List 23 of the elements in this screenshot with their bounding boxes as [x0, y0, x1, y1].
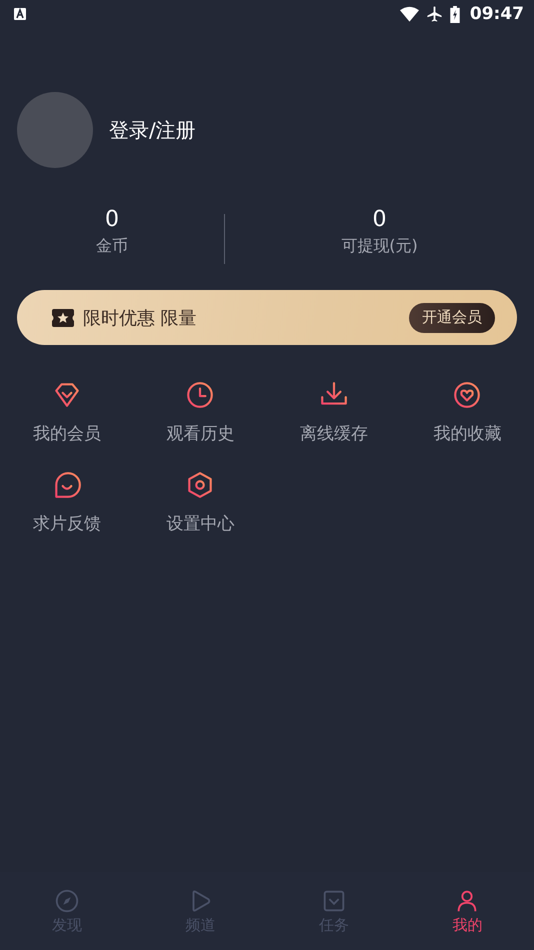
promo-banner[interactable]: 限时优惠 限量 开通会员: [17, 290, 517, 345]
menu-item[interactable]: 我的会员: [0, 380, 134, 445]
menu-item[interactable]: 我的收藏: [400, 380, 534, 445]
menu-item[interactable]: 设置中心: [134, 470, 267, 535]
stat-value: 0: [105, 207, 119, 232]
battery-icon: [450, 6, 460, 22]
menu-item[interactable]: 离线缓存: [267, 380, 400, 445]
login-link[interactable]: 登录/注册: [109, 116, 196, 144]
stat-label: 可提现(元): [341, 236, 418, 257]
stat-value: 0: [372, 207, 386, 232]
nav-tab[interactable]: 我的: [400, 872, 534, 950]
menu-item[interactable]: 求片反馈: [0, 470, 134, 535]
compass-icon: [54, 888, 80, 914]
promo-text: 限时优惠 限量: [83, 306, 198, 330]
open-membership-button[interactable]: 开通会员: [409, 302, 495, 332]
ticket-star-icon: [52, 308, 74, 326]
clock-icon: [185, 380, 216, 410]
stat-label: 金币: [96, 236, 128, 257]
airplane-icon: [424, 6, 444, 22]
wifi-icon: [400, 6, 419, 22]
clock-time: 09:47: [470, 4, 524, 24]
menu-item[interactable]: 观看历史: [134, 380, 267, 445]
notification-icon: [14, 8, 26, 20]
